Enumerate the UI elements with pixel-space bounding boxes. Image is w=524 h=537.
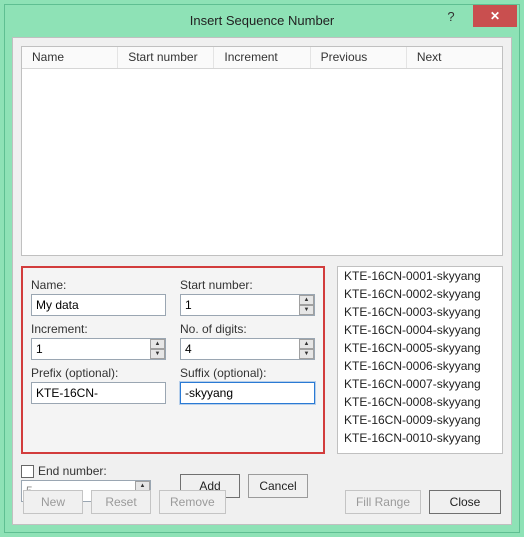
digits-input[interactable] bbox=[180, 338, 315, 360]
sequence-list[interactable]: Name Start number Increment Previous Nex… bbox=[21, 46, 503, 256]
digits-spinner[interactable]: ▲▼ bbox=[299, 339, 314, 359]
suffix-label: Suffix (optional): bbox=[180, 366, 315, 380]
name-input[interactable] bbox=[31, 294, 166, 316]
titlebar-controls: ? ✕ bbox=[429, 5, 517, 27]
preview-item[interactable]: KTE-16CN-0003-skyyang bbox=[338, 303, 502, 321]
col-next[interactable]: Next bbox=[407, 47, 502, 68]
list-header: Name Start number Increment Previous Nex… bbox=[22, 47, 502, 69]
dialog-window: Insert Sequence Number ? ✕ Name Start nu… bbox=[4, 4, 520, 533]
fill-range-button[interactable]: Fill Range bbox=[345, 490, 421, 514]
start-spinner[interactable]: ▲▼ bbox=[299, 295, 314, 315]
col-name[interactable]: Name bbox=[22, 47, 118, 68]
preview-item[interactable]: KTE-16CN-0007-skyyang bbox=[338, 375, 502, 393]
close-dialog-button[interactable]: Close bbox=[429, 490, 501, 514]
end-number-checkbox[interactable] bbox=[21, 465, 34, 478]
titlebar: Insert Sequence Number ? ✕ bbox=[5, 5, 519, 35]
preview-item[interactable]: KTE-16CN-0005-skyyang bbox=[338, 339, 502, 357]
remove-button[interactable]: Remove bbox=[159, 490, 226, 514]
preview-item[interactable]: KTE-16CN-0006-skyyang bbox=[338, 357, 502, 375]
preview-item[interactable]: KTE-16CN-0008-skyyang bbox=[338, 393, 502, 411]
increment-input[interactable] bbox=[31, 338, 166, 360]
client-area: Name Start number Increment Previous Nex… bbox=[12, 37, 512, 525]
preview-item[interactable]: KTE-16CN-0004-skyyang bbox=[338, 321, 502, 339]
start-label: Start number: bbox=[180, 278, 315, 292]
name-label: Name: bbox=[31, 278, 166, 292]
reset-button[interactable]: Reset bbox=[91, 490, 151, 514]
suffix-input[interactable] bbox=[180, 382, 315, 404]
new-button[interactable]: New bbox=[23, 490, 83, 514]
preview-list[interactable]: KTE-16CN-0001-skyyangKTE-16CN-0002-skyya… bbox=[337, 266, 503, 454]
prefix-input[interactable] bbox=[31, 382, 166, 404]
increment-label: Increment: bbox=[31, 322, 166, 336]
end-label: End number: bbox=[38, 464, 107, 478]
start-input[interactable] bbox=[180, 294, 315, 316]
close-button[interactable]: ✕ bbox=[473, 5, 517, 27]
col-start[interactable]: Start number bbox=[118, 47, 214, 68]
preview-item[interactable]: KTE-16CN-0009-skyyang bbox=[338, 411, 502, 429]
help-button[interactable]: ? bbox=[429, 5, 473, 27]
dialog-title: Insert Sequence Number bbox=[190, 13, 335, 28]
prefix-label: Prefix (optional): bbox=[31, 366, 166, 380]
col-previous[interactable]: Previous bbox=[311, 47, 407, 68]
digits-label: No. of digits: bbox=[180, 322, 315, 336]
bottom-area: Name: Start number: ▲▼ Increment: bbox=[21, 266, 503, 454]
col-increment[interactable]: Increment bbox=[214, 47, 310, 68]
preview-item[interactable]: KTE-16CN-0002-skyyang bbox=[338, 285, 502, 303]
increment-spinner[interactable]: ▲▼ bbox=[150, 339, 165, 359]
preview-item[interactable]: KTE-16CN-0010-skyyang bbox=[338, 429, 502, 447]
form-box: Name: Start number: ▲▼ Increment: bbox=[21, 266, 325, 454]
preview-item[interactable]: KTE-16CN-0001-skyyang bbox=[338, 267, 502, 285]
footer: New Reset Remove Fill Range Close bbox=[23, 490, 501, 514]
